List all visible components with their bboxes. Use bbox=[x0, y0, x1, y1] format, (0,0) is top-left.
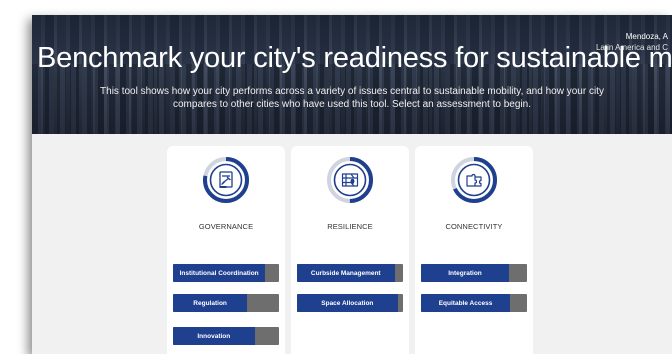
assessment-label: Space Allocation bbox=[321, 299, 374, 307]
resilience-progress-ring bbox=[327, 157, 373, 203]
assessment-integration[interactable]: Integration bbox=[421, 264, 527, 282]
assessment-label: Innovation bbox=[197, 332, 231, 340]
assessment-innovation[interactable]: Innovation bbox=[173, 327, 279, 345]
city-name: Mendoza, A bbox=[625, 32, 668, 41]
card-title: CONNECTIVITY bbox=[445, 222, 503, 231]
page-description: This tool shows how your city performs a… bbox=[100, 86, 604, 110]
assessment-space-allocation[interactable]: Space Allocation bbox=[297, 294, 403, 312]
assessment-curbside-management[interactable]: Curbside Management bbox=[297, 264, 403, 282]
card-title: RESILIENCE bbox=[327, 222, 373, 231]
assessment-equitable-access[interactable]: Equitable Access bbox=[421, 294, 527, 312]
connectivity-progress-ring bbox=[451, 157, 497, 203]
assessment-regulation[interactable]: Regulation bbox=[173, 294, 279, 312]
assessment-label: Integration bbox=[448, 269, 482, 277]
selected-city[interactable]: Mendoza, A Latin America and C bbox=[596, 31, 668, 53]
assessment-card-resilience[interactable]: RESILIENCE Curbside Management Space All… bbox=[291, 146, 409, 354]
assessment-card-governance[interactable]: GOVERNANCE Institutional Coordination Re… bbox=[167, 146, 285, 354]
page-title: Benchmark your city's readiness for sust… bbox=[37, 42, 672, 74]
app-frame: Benchmark your city's readiness for sust… bbox=[32, 15, 672, 354]
city-region: Latin America and C bbox=[595, 43, 668, 52]
assessment-label: Regulation bbox=[193, 299, 227, 307]
governance-progress-ring bbox=[203, 157, 249, 203]
assessment-institutional-coordination[interactable]: Institutional Coordination bbox=[173, 264, 279, 282]
assessment-label: Equitable Access bbox=[438, 299, 493, 307]
assessment-card-connectivity[interactable]: CONNECTIVITY Integration Equitable Acces… bbox=[415, 146, 533, 354]
assessment-label: Curbside Management bbox=[310, 269, 381, 277]
card-title: GOVERNANCE bbox=[198, 222, 254, 231]
assessment-label: Institutional Coordination bbox=[179, 269, 259, 277]
hero-banner: Benchmark your city's readiness for sust… bbox=[32, 15, 672, 134]
